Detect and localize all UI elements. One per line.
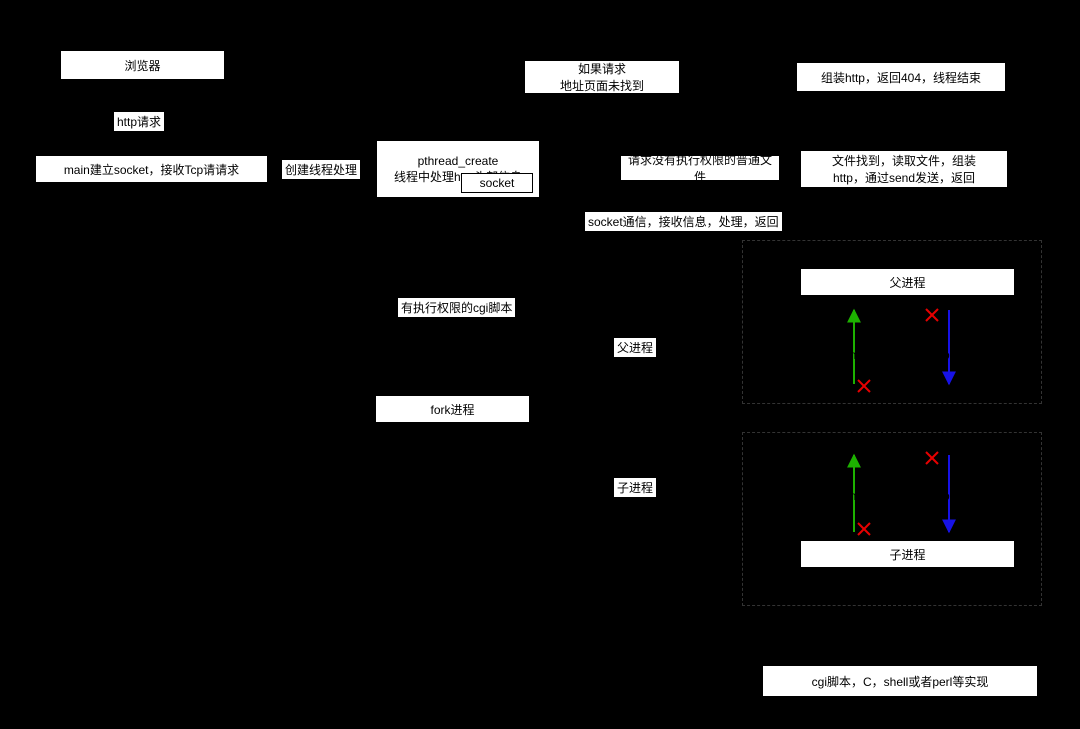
socket-text: socket	[480, 176, 515, 190]
file-found-box: 文件找到，读取文件，组装 http，通过send发送，返回	[800, 150, 1008, 188]
child-proc-text: 子进程	[889, 546, 925, 563]
cgi-input0-child-right: cgi_input[0]	[958, 520, 1025, 536]
cgi-input0-child-left: cgi_input[0]	[778, 520, 845, 536]
parent-edge-label: 父进程	[614, 338, 656, 357]
main-socket-box: main建立socket，接收Tcp请请求	[35, 155, 268, 183]
normal-file-text: 请求没有执行权限的普通文件	[627, 151, 773, 185]
normal-file-box: 请求没有执行权限的普通文件	[620, 155, 780, 181]
return404-text: 组装http，返回404，线程结束	[821, 69, 981, 86]
pthread-box: pthread_create 线程中处理http头部信息 socket	[376, 140, 540, 198]
browser-label: 浏览器	[124, 57, 160, 74]
cgi-script-text: cgi脚本，C，shell或者perl等实现	[812, 673, 989, 690]
fork-box: fork进程	[375, 395, 530, 423]
parent-proc-box: 父进程	[800, 268, 1015, 296]
cgi-input0-parent-right: cgi_input[0]	[958, 308, 1025, 324]
create-thread-label: 创建线程处理	[282, 160, 360, 179]
browser-box: 浏览器	[60, 50, 225, 80]
return404-box: 组装http，返回404，线程结束	[796, 62, 1006, 92]
cgi-input0-parent-left: cgi_input[0]	[778, 308, 845, 324]
http-req-label: http请求	[114, 112, 164, 131]
child-proc-box: 子进程	[800, 540, 1015, 568]
pthread-line1: pthread_create	[418, 154, 499, 168]
parent-proc-text: 父进程	[889, 274, 925, 291]
fork-text: fork进程	[430, 401, 474, 418]
main-socket-text: main建立socket，接收Tcp请请求	[64, 161, 239, 178]
pipe-output-child: 管道output	[916, 486, 979, 505]
cgi-input1-parent-left: cgi_input[1]	[778, 378, 845, 394]
pipe-input-parent: 管道input	[820, 345, 876, 364]
pipe-input-child: 管道input	[820, 486, 876, 505]
cgi-input1-parent-right: cgi_input[1]	[958, 378, 1025, 394]
not-found-l1: 如果请求	[578, 60, 626, 77]
socket-box: socket	[461, 173, 533, 193]
not-found-l2: 地址页面未找到	[560, 77, 644, 94]
file-found-l2: http，通过send发送，返回	[833, 169, 975, 186]
cgi-script-box: cgi脚本，C，shell或者perl等实现	[762, 665, 1038, 697]
socket-comm-label: socket通信，接收信息，处理，返回	[585, 212, 782, 231]
pipe-output-parent: 管道output	[916, 345, 979, 364]
has-exec-cgi-label: 有执行权限的cgi脚本	[398, 298, 515, 317]
cgi-input1-child-right: cgi_input[1]	[958, 450, 1025, 466]
cgi-input1-child-left: cgi_input[1]	[778, 450, 845, 466]
file-found-l1: 文件找到，读取文件，组装	[832, 152, 976, 169]
not-found-box: 如果请求 地址页面未找到	[524, 60, 680, 94]
child-edge-label: 子进程	[614, 478, 656, 497]
